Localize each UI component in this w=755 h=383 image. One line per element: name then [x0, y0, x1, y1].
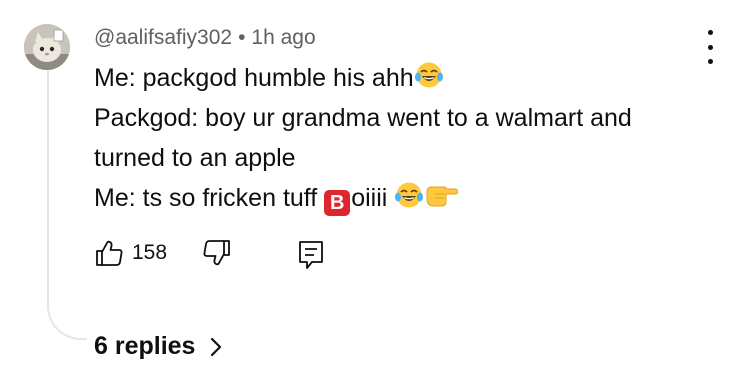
chevron-right-icon — [211, 337, 222, 356]
thumbs-up-icon — [96, 240, 123, 266]
more-vertical-icon — [707, 30, 713, 35]
author-name[interactable]: @aalifsafiy302 — [94, 26, 232, 49]
comment-line-4-tail: oiiii — [351, 184, 388, 212]
avatar[interactable] — [24, 24, 70, 70]
face-with-tears-of-joy-emoji — [395, 182, 424, 208]
comment-line-4-text: Me: ts so fricken tuff — [94, 184, 325, 212]
comment-line-3: turned to an apple — [94, 144, 296, 172]
meta-separator: • — [238, 26, 246, 49]
reply-comment-icon — [299, 241, 323, 269]
face-with-tears-of-joy-emoji — [414, 62, 443, 88]
like-count: 158 — [132, 241, 168, 264]
comment-line-1: Me: packgod humble his ahh — [94, 58, 714, 98]
dislike-button[interactable] — [202, 238, 232, 273]
thumbs-down-icon — [203, 240, 230, 266]
b-button-emoji: B — [324, 190, 351, 216]
like-button[interactable]: 158 — [94, 238, 167, 268]
replies-label: 6 replies — [94, 332, 196, 360]
more-vertical-icon-dot — [707, 44, 713, 50]
reply-button[interactable] — [298, 240, 324, 275]
comment-line-2: Packgod: boy ur grandma went to a walmar… — [94, 104, 632, 132]
comment-time[interactable]: 1h ago — [251, 26, 315, 49]
comment-text: Me: packgod humble his ahh Packgod: boy … — [94, 58, 714, 218]
backhand-index-pointing-right-emoji — [426, 186, 459, 207]
reply-thread-line — [47, 70, 87, 340]
comment-header: @aalifsafiy302 • 1h ago — [94, 24, 316, 52]
view-replies-button[interactable]: 6 replies — [94, 332, 223, 361]
comment-line-4: Me: ts so fricken tuff Boiiii — [94, 178, 714, 218]
avatar-cat-image — [24, 24, 70, 70]
comment-line-1-text: Me: packgod humble his ahh — [94, 64, 414, 92]
